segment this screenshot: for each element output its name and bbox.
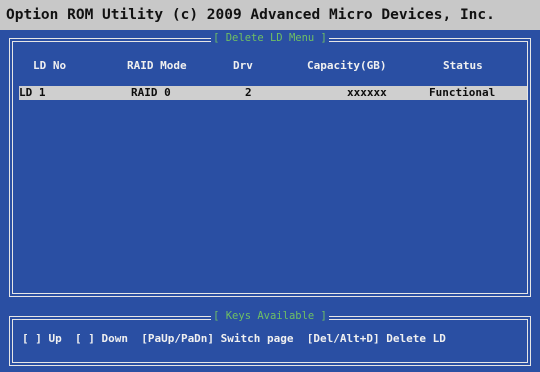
ld-row-selected[interactable]: LD 1 RAID 0 2 xxxxxx Functional (19, 86, 527, 100)
header-raid-mode: RAID Mode (127, 59, 187, 72)
utility-title: Option ROM Utility (c) 2009 Advanced Mic… (0, 0, 540, 30)
header-capacity: Capacity(GB) (307, 59, 387, 72)
ld-table-header: LD No RAID Mode Drv Capacity(GB) Status (19, 58, 527, 74)
keys-available-title: [ Keys Available ] (211, 310, 329, 322)
cell-status: Functional (429, 86, 496, 99)
cell-ld-no: LD 1 (19, 86, 46, 99)
keys-available-title-wrap: [ Keys Available ] (13, 310, 527, 322)
cell-capacity: xxxxxx (347, 86, 387, 99)
keys-help-text: [ ] Up [ ] Down [PaUp/PaDn] Switch page … (22, 332, 446, 345)
header-status: Status (443, 59, 483, 72)
delete-ld-menu-title-wrap: [ Delete LD Menu ] (13, 32, 527, 44)
delete-ld-menu-panel: [ Delete LD Menu ] LD No RAID Mode Drv C… (9, 32, 531, 297)
cell-raid-mode: RAID 0 (131, 86, 171, 99)
keys-available-panel: [ Keys Available ] [ ] Up [ ] Down [PaUp… (9, 310, 531, 366)
delete-ld-menu-title: [ Delete LD Menu ] (211, 32, 329, 44)
cell-drv: 2 (245, 86, 252, 99)
header-drv: Drv (233, 59, 253, 72)
header-ld-no: LD No (33, 59, 67, 72)
